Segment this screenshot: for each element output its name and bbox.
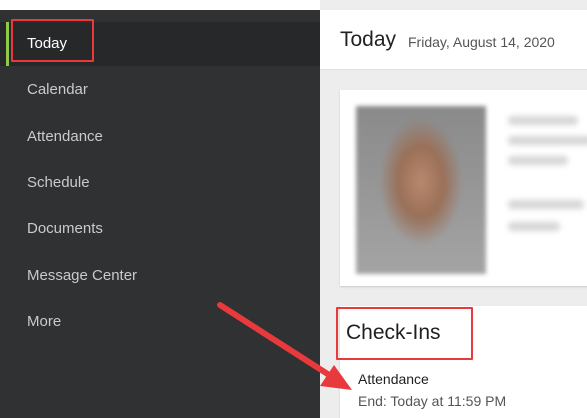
checkin-item-title: Attendance <box>358 371 429 387</box>
sidebar-item-label: Schedule <box>27 174 90 191</box>
sidebar-item-label: Calendar <box>27 81 88 98</box>
sidebar: Today Calendar Attendance Schedule Docum… <box>0 10 320 418</box>
sidebar-item-message-center[interactable]: Message Center <box>0 254 320 298</box>
sidebar-item-label: Documents <box>27 220 103 237</box>
checkin-item-end: End: Today at 11:59 PM <box>358 393 507 409</box>
sidebar-item-label: Attendance <box>27 128 103 145</box>
sidebar-item-documents[interactable]: Documents <box>0 207 320 251</box>
sidebar-item-schedule[interactable]: Schedule <box>0 161 320 205</box>
annotation-highlight-today <box>11 19 94 62</box>
annotation-highlight-checkins <box>336 307 473 360</box>
blurred-text <box>508 156 568 165</box>
sidebar-item-more[interactable]: More <box>0 300 320 344</box>
student-card[interactable] <box>340 90 587 286</box>
page-header: Today Friday, August 14, 2020 <box>320 10 587 70</box>
blurred-text <box>508 116 578 125</box>
sidebar-item-label: Message Center <box>27 267 138 284</box>
blurred-text <box>508 200 584 209</box>
sidebar-item-attendance[interactable]: Attendance <box>0 115 320 159</box>
top-strip <box>0 0 320 10</box>
active-indicator <box>6 22 9 66</box>
student-photo <box>356 106 486 274</box>
sidebar-item-calendar[interactable]: Calendar <box>0 68 320 112</box>
page-title: Today <box>340 28 397 51</box>
blurred-text <box>508 222 560 231</box>
blurred-text <box>508 136 587 145</box>
page-date: Friday, August 14, 2020 <box>408 34 555 50</box>
sidebar-item-label: More <box>27 313 62 330</box>
